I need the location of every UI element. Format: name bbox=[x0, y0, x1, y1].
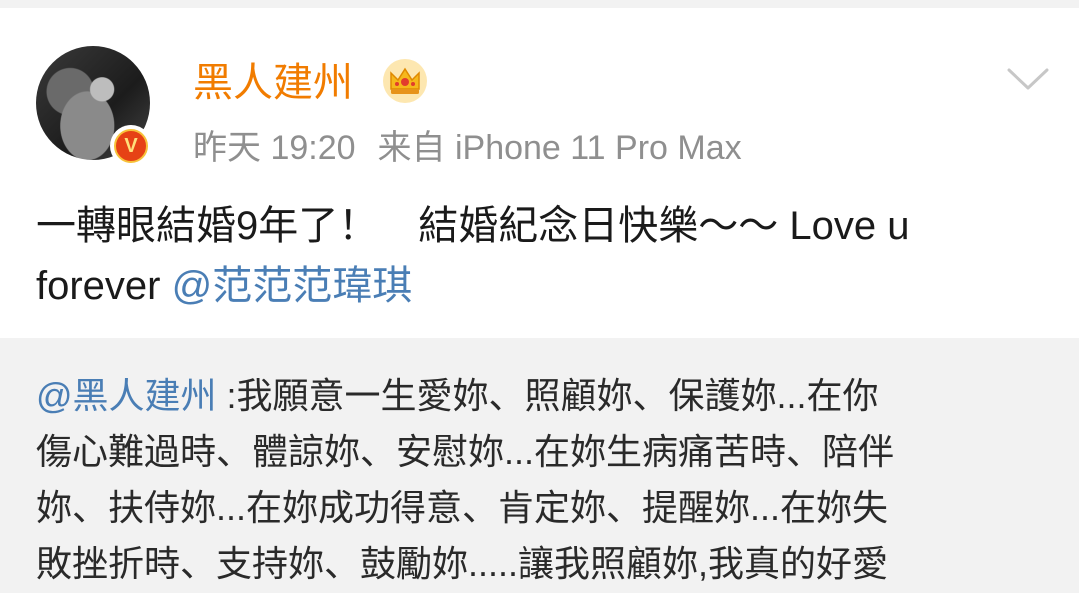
post-source: 来自 iPhone 11 Pro Max bbox=[377, 129, 742, 167]
repost-text: @黑人建州 :我願意一生愛妳、照顧妳、保護妳...在你 傷心難過時、體諒妳、安慰… bbox=[36, 368, 1046, 592]
chevron-down-icon[interactable] bbox=[1005, 56, 1051, 102]
repost-mention-link[interactable]: @黑人建州 bbox=[36, 375, 217, 416]
post-meta: 昨天 19:20 来自 iPhone 11 Pro Max bbox=[193, 126, 742, 170]
verified-badge-icon: V bbox=[110, 125, 152, 167]
mention-link[interactable]: @范范范瑋琪 bbox=[172, 264, 413, 308]
post-time: 昨天 19:20 bbox=[193, 129, 356, 167]
repost-line-1: @黑人建州 :我願意一生愛妳、照顧妳、保護妳...在你 bbox=[36, 368, 1046, 424]
post-content-text: forever bbox=[36, 264, 172, 308]
repost-line-1-text: :我願意一生愛妳、照顧妳、保護妳...在你 bbox=[216, 375, 879, 416]
post-content: 一轉眼結婚9年了！ 結婚紀念日快樂～～ Love u forever @范范范瑋… bbox=[36, 196, 1046, 316]
post-content-line-2: forever @范范范瑋琪 bbox=[36, 256, 1046, 316]
repost-box[interactable]: @黑人建州 :我願意一生愛妳、照顧妳、保護妳...在你 傷心難過時、體諒妳、安慰… bbox=[0, 338, 1079, 593]
post-content-line-1: 一轉眼結婚9年了！ 結婚紀念日快樂～～ Love u bbox=[36, 204, 910, 248]
top-divider bbox=[0, 0, 1079, 8]
repost-line-3: 妳、扶侍妳...在妳成功得意、肯定妳、提醒妳...在妳失 bbox=[36, 487, 889, 528]
verified-badge-label: V bbox=[114, 129, 148, 163]
repost-line-2: 傷心難過時、體諒妳、安慰妳...在妳生病痛苦時、陪伴 bbox=[36, 431, 895, 472]
repost-line-4: 敗挫折時、支持妳、鼓勵妳.....讓我照顧妳,我真的好愛 bbox=[36, 543, 889, 584]
crown-icon bbox=[383, 59, 427, 103]
username[interactable]: 黑人建州 bbox=[193, 58, 353, 108]
